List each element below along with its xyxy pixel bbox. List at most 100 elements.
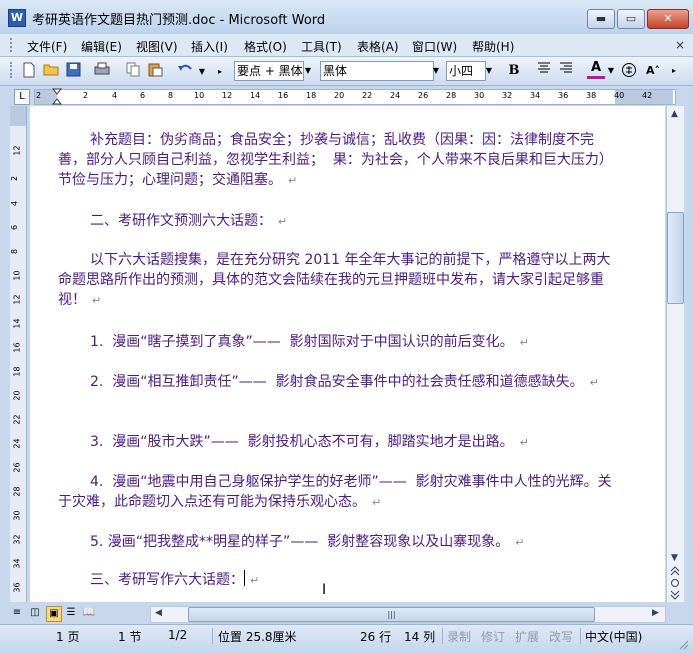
paste-button[interactable] xyxy=(146,62,164,80)
list-item-5[interactable]: 5. 漫画“把我整成**明星的样子”—— 影射整容现象以及山寨现象。 ↵ xyxy=(58,532,618,553)
ruler-number: 18 xyxy=(306,91,317,100)
close-button[interactable]: ✕ xyxy=(647,9,689,29)
list-item-4[interactable]: 4. 漫画“地震中用自己身躯保护学生的好老师”—— 影射灾难事件中人性的光辉。关… xyxy=(58,472,618,513)
font-color-button[interactable]: A xyxy=(587,60,605,79)
vertical-scrollbar[interactable] xyxy=(666,106,684,602)
menu-window[interactable]: 窗口(W) xyxy=(409,36,460,57)
status-column[interactable]: 14 列 xyxy=(404,628,435,645)
font-combobox[interactable]: 黑体 xyxy=(320,61,434,81)
undo-button[interactable] xyxy=(176,62,194,80)
minimize-button[interactable]: ▬ xyxy=(587,9,615,29)
menu-view[interactable]: 视图(V) xyxy=(133,36,181,57)
ruler-number: 22 xyxy=(362,91,373,100)
align-right-icon xyxy=(560,62,572,73)
paragraph-intro[interactable]: 以下六大话题搜集，是在充分研究 2011 年全年大事记的前提下，严格遵守以上两大… xyxy=(58,250,618,311)
undo-arrow-icon xyxy=(178,64,192,71)
status-record-macro[interactable]: 录制 xyxy=(447,628,471,645)
save-button[interactable] xyxy=(64,62,82,80)
menu-edit[interactable]: 编辑(E) xyxy=(78,36,125,57)
menu-insert[interactable]: 插入(I) xyxy=(188,36,231,57)
toolbar-grip[interactable] xyxy=(10,62,16,78)
new-document-button[interactable] xyxy=(20,62,38,80)
resize-grip[interactable] xyxy=(677,638,689,650)
horizontal-ruler[interactable]: 2 2 4 6 8 10 12 14 16 18 20 22 24 26 28 … xyxy=(34,88,676,106)
status-line[interactable]: 26 行 xyxy=(360,628,391,645)
style-dropdown-arrow[interactable]: ▼ xyxy=(302,61,314,81)
paragraph-text: 三、考研写作六大话题： xyxy=(90,572,244,588)
normal-view-icon: ≡ xyxy=(12,607,22,618)
paragraph-supplementary-topics[interactable]: 补充题目：伪劣商品；食品安全；抄袭与诚信；乱收费（因果：因：法律制度不完善，部分… xyxy=(58,130,618,191)
list-item-3[interactable]: 3. 漫画“股市大跌”—— 影射投机心态不可有，脚踏实地才是出路。 ↵ xyxy=(58,432,618,453)
vertical-scroll-thumb[interactable] xyxy=(667,212,684,304)
status-track-changes[interactable]: 修订 xyxy=(481,628,505,645)
heading-six-topics[interactable]: 二、考研作文预测六大话题： ↵ xyxy=(58,211,618,232)
scroll-up-arrow[interactable]: ▲ xyxy=(667,107,682,122)
next-page-button[interactable] xyxy=(667,590,682,605)
menu-table[interactable]: 表格(A) xyxy=(354,36,402,57)
menu-tools[interactable]: 工具(T) xyxy=(298,36,345,57)
font-color-dropdown-arrow[interactable]: ▼ xyxy=(605,61,617,81)
vertical-ruler[interactable]: 12 2 4 6 8 10 12 14 16 18 20 22 24 26 28… xyxy=(10,106,27,602)
font-size-combobox[interactable]: 小四 xyxy=(446,61,486,81)
paragraph-mark: ↵ xyxy=(519,336,529,349)
menu-file[interactable]: 文件(F) xyxy=(24,36,70,57)
phonetic-guide-button[interactable] xyxy=(620,62,638,80)
grow-font-button[interactable]: A˄ xyxy=(644,62,662,80)
paragraph-text: 2. 漫画“相互推卸责任”—— 影射食品安全事件中的社会责任感和道德感缺失。 xyxy=(90,374,584,390)
font-size-dropdown-arrow[interactable]: ▼ xyxy=(483,61,495,81)
outline-view-button[interactable]: ☰ xyxy=(64,606,78,620)
web-layout-view-button[interactable]: ◫ xyxy=(28,606,42,620)
paragraph-text: 补充题目：伪劣商品；食品安全；抄袭与诚信；乱收费（因果：因：法律制度不完善，部分… xyxy=(58,132,613,188)
paragraph-text: 1. 漫画“瞎子摸到了真象”—— 影射国际对于中国认识的前后变化。 xyxy=(90,334,514,350)
align-right-button[interactable] xyxy=(557,62,575,80)
list-item-1[interactable]: 1. 漫画“瞎子摸到了真象”—— 影射国际对于中国认识的前后变化。 ↵ xyxy=(58,332,618,353)
status-section[interactable]: 1 节 xyxy=(118,628,141,645)
menu-format[interactable]: 格式(O) xyxy=(241,36,290,57)
ruler-number: 28 xyxy=(446,91,457,100)
align-center-button[interactable] xyxy=(535,62,553,80)
status-overtype[interactable]: 改写 xyxy=(549,628,573,645)
maximize-button[interactable]: ▭ xyxy=(617,9,645,29)
first-line-indent-marker[interactable] xyxy=(51,88,63,106)
print-button[interactable] xyxy=(93,62,111,80)
status-page[interactable]: 1 页 xyxy=(56,628,79,645)
ruler-number: 4 xyxy=(112,91,118,100)
paragraph-text: 以下六大话题搜集，是在充分研究 2011 年全年大事记的前提下，严格遵守以上两大… xyxy=(58,252,611,308)
status-separator xyxy=(580,628,581,644)
paragraph-text: 5. 漫画“把我整成**明星的样子”—— 影射整容现象以及山寨现象。 xyxy=(90,534,510,550)
heading-writing-topics[interactable]: 三、考研写作六大话题： ↵ xyxy=(58,570,618,591)
list-item-2[interactable]: 2. 漫画“相互推卸责任”—— 影射食品安全事件中的社会责任感和道德感缺失。 ↵ xyxy=(58,372,618,393)
status-language[interactable]: 中文(中国) xyxy=(585,628,642,645)
ruler-number: 24 xyxy=(390,91,401,100)
phonetic-guide-icon xyxy=(622,63,636,77)
word-app-icon[interactable]: W xyxy=(8,9,26,27)
toolbar-options-arrow[interactable]: ▸ xyxy=(668,61,680,81)
horizontal-scroll-thumb[interactable]: ||| xyxy=(188,607,595,622)
ruler-number: 18 xyxy=(12,366,22,377)
double-down-arrow-icon xyxy=(670,590,679,600)
print-layout-view-button[interactable]: ▣ xyxy=(46,606,62,622)
reading-layout-view-button[interactable]: 📖 xyxy=(82,606,96,620)
status-extend-selection[interactable]: 扩展 xyxy=(515,628,539,645)
tab-selector[interactable]: L xyxy=(14,89,30,105)
ruler-number: 24 xyxy=(12,438,22,449)
ruler-number: 2 xyxy=(36,91,42,100)
status-position[interactable]: 位置 25.8厘米 xyxy=(218,628,297,645)
open-button[interactable] xyxy=(42,62,60,80)
bold-button[interactable]: B xyxy=(505,62,523,80)
normal-view-button[interactable]: ≡ xyxy=(10,606,24,620)
menu-help[interactable]: 帮助(H) xyxy=(469,36,517,57)
undo-dropdown-arrow[interactable]: ▼ xyxy=(196,62,208,82)
status-page-of[interactable]: 1/2 xyxy=(168,628,187,642)
menu-grip[interactable] xyxy=(10,38,16,52)
scroll-right-arrow[interactable]: ▶ xyxy=(648,606,663,621)
paragraph-mark: ↵ xyxy=(372,496,382,509)
toolbar-overflow-arrow[interactable]: ▸ xyxy=(214,62,226,82)
scroll-down-arrow[interactable]: ▼ xyxy=(667,551,682,566)
document-page[interactable]: 补充题目：伪劣商品；食品安全；抄袭与诚信；乱收费（因果：因：法律制度不完善，部分… xyxy=(30,106,665,602)
style-combobox[interactable]: 要点 + 黑体 xyxy=(234,61,304,81)
copy-button[interactable] xyxy=(124,62,142,80)
font-dropdown-arrow[interactable]: ▼ xyxy=(430,61,442,81)
close-document-button[interactable]: × xyxy=(675,38,685,52)
scroll-left-arrow[interactable]: ◀ xyxy=(151,606,166,621)
